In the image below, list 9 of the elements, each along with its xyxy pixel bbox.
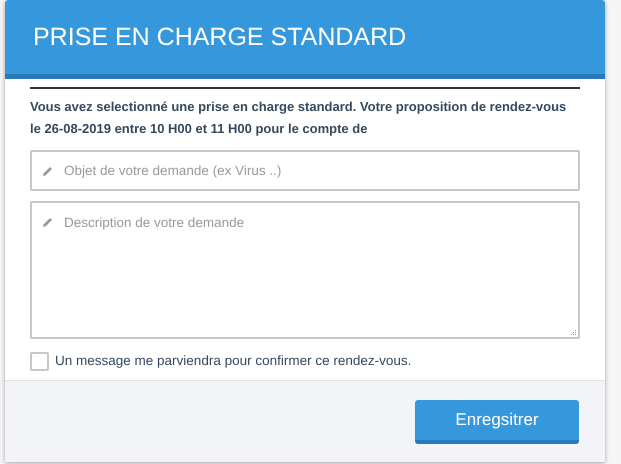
pencil-icon <box>42 165 54 177</box>
pencil-icon <box>42 216 54 228</box>
dialog-title: PRISE EN CHARGE STANDARD <box>33 22 406 52</box>
checkbox[interactable] <box>30 352 49 370</box>
message-text: Vous avez selectionné une prise en charge standard. Votre proposition de rendez-vous le 26-08-2019 entre 10 H00 et 11 H00 pour le compte de <box>30 98 568 138</box>
checkbox-label: Un message me parviendra pour confirmer ce rendez-vous. <box>55 352 412 370</box>
subject-field[interactable]: Objet de votre demande (ex Virus ..) <box>30 150 580 191</box>
save-button[interactable]: Enregsitrer <box>415 400 579 444</box>
description-field[interactable]: Description de votre demande <box>30 201 580 339</box>
